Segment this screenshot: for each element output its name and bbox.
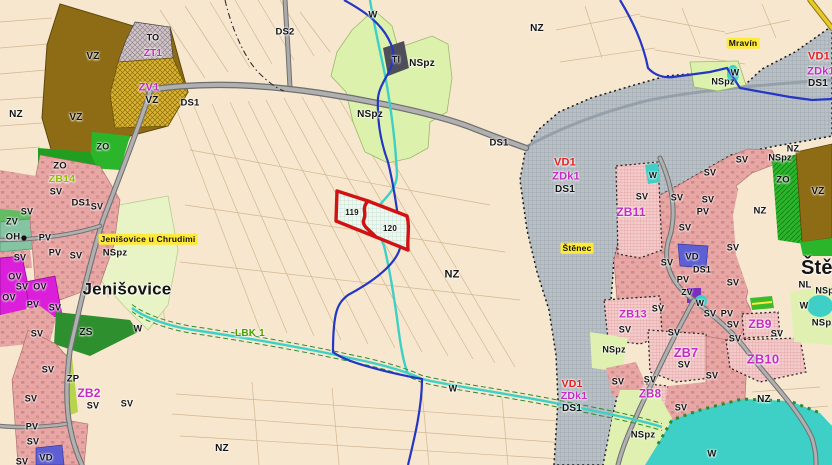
oh-point-marker bbox=[21, 235, 26, 240]
zone-sv-block bbox=[0, 170, 36, 212]
water-east-pond bbox=[807, 295, 832, 317]
water-mravin bbox=[727, 65, 739, 83]
zone-zb9 bbox=[742, 312, 780, 338]
zone-vd-left bbox=[36, 445, 64, 465]
zone-vd-stenec bbox=[678, 244, 708, 268]
map-canvas bbox=[0, 0, 832, 465]
zone-vz-east bbox=[796, 144, 832, 242]
zoning-plan-map: TOZT1VZZV1VZDS1NZVZZOZOZB14SVDS1SVSVZVOH… bbox=[0, 0, 832, 465]
